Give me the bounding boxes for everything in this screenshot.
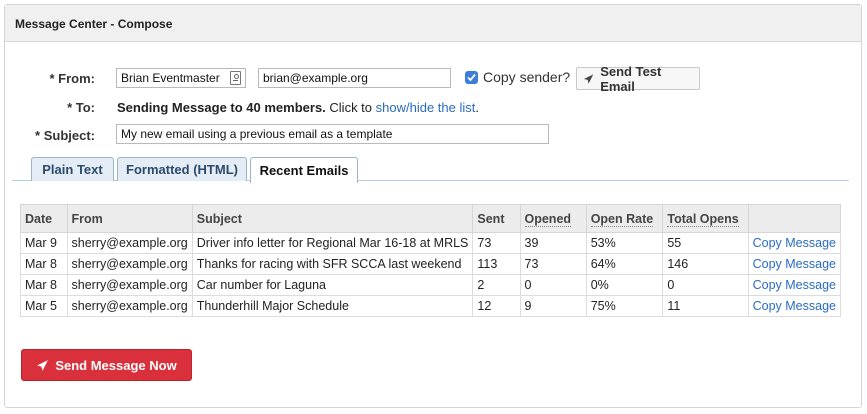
cell-total-opens: 146 [662,253,749,275]
tab-plain-text[interactable]: Plain Text [31,157,114,181]
copy-sender-label: Copy sender? [483,69,571,85]
col-open-rate-label: Open Rate [590,211,654,227]
col-date: Date [20,204,68,233]
to-recipients-text: Sending Message to 40 members. Click to … [117,100,479,115]
cell-date: Mar 8 [20,253,68,275]
copy-message-link[interactable]: Copy Message [753,257,836,271]
paper-plane-icon [583,73,594,84]
cell-total-opens: 55 [662,232,749,254]
panel-title: Message Center - Compose [5,5,861,42]
cell-from: sherry@example.org [66,253,193,275]
cell-action: Copy Message [747,253,842,275]
copy-message-link[interactable]: Copy Message [753,236,836,250]
checkmark-icon [467,73,476,82]
cell-date: Mar 9 [20,232,68,254]
to-label: * To: [67,100,95,115]
cell-date: Mar 8 [20,274,68,296]
col-opened: Opened [519,204,587,233]
show-hide-list-link[interactable]: show/hide the list [376,100,476,115]
col-sent: Sent [472,204,521,233]
cell-date: Mar 5 [20,295,68,317]
send-message-now-label: Send Message Now [55,357,177,373]
cell-total-opens: 0 [662,274,749,296]
from-name-value: Brian Eventmaster [121,71,220,85]
copy-sender-checkbox[interactable] [465,71,478,84]
contact-card-icon[interactable] [230,71,241,85]
cell-sent: 2 [472,274,521,296]
cell-open-rate: 0% [585,274,664,296]
cell-subject: Driver info letter for Regional Mar 16-1… [191,232,474,254]
send-test-email-button[interactable]: Send Test Email [576,64,700,94]
cell-from: sherry@example.org [66,274,193,296]
cell-from: sherry@example.org [66,295,193,317]
cell-open-rate: 53% [585,232,664,254]
cell-open-rate: 75% [585,295,664,317]
cell-subject: Thanks for racing with SFR SCCA last wee… [191,253,474,275]
subject-label: * Subject: [35,128,95,143]
copy-message-link[interactable]: Copy Message [753,278,836,292]
col-total-opens: Total Opens [662,204,749,233]
cell-action: Copy Message [747,295,842,317]
cell-action: Copy Message [747,274,842,296]
table-row: Mar 5 sherry@example.org Thunderhill Maj… [20,295,842,317]
table-row: Mar 8 sherry@example.org Car number for … [20,274,842,296]
cell-opened: 0 [519,274,587,296]
cell-from: sherry@example.org [66,232,193,254]
cell-subject: Thunderhill Major Schedule [191,295,474,317]
table-row: Mar 8 sherry@example.org Thanks for raci… [20,253,842,275]
tab-recent-emails[interactable]: Recent Emails [250,157,358,183]
cell-opened: 73 [519,253,587,275]
send-test-email-label: Send Test Email [600,63,662,94]
from-label: * From: [49,71,96,86]
col-from: From [66,204,193,233]
cell-sent: 113 [472,253,521,275]
from-email-field[interactable]: brian@example.org [258,68,451,88]
col-opened-label: Opened [524,211,572,227]
col-actions [747,204,842,233]
table-header-row: Date From Subject Sent Opened Open Rate … [20,204,842,233]
cell-opened: 9 [519,295,587,317]
col-open-rate: Open Rate [585,204,664,233]
paper-plane-icon [37,359,49,371]
to-click-text: Click to [325,100,376,115]
to-suffix: . [475,100,479,115]
col-subject: Subject [191,204,474,233]
cell-subject: Car number for Laguna [191,274,474,296]
recent-emails-table: Date From Subject Sent Opened Open Rate … [20,204,842,317]
from-name-field[interactable]: Brian Eventmaster [116,68,246,88]
send-message-now-button[interactable]: Send Message Now [21,349,192,381]
cell-total-opens: 11 [662,295,749,317]
table-row: Mar 9 sherry@example.org Driver info let… [20,232,842,254]
copy-message-link[interactable]: Copy Message [753,299,836,313]
cell-sent: 73 [472,232,521,254]
cell-action: Copy Message [747,232,842,254]
cell-opened: 39 [519,232,587,254]
col-total-opens-label: Total Opens [667,211,739,227]
cell-sent: 12 [472,295,521,317]
cell-open-rate: 64% [585,253,664,275]
subject-input[interactable]: My new email using a previous email as a… [116,124,549,144]
tab-formatted-html[interactable]: Formatted (HTML) [117,157,247,181]
to-recipients-count: Sending Message to 40 members. [117,100,326,115]
